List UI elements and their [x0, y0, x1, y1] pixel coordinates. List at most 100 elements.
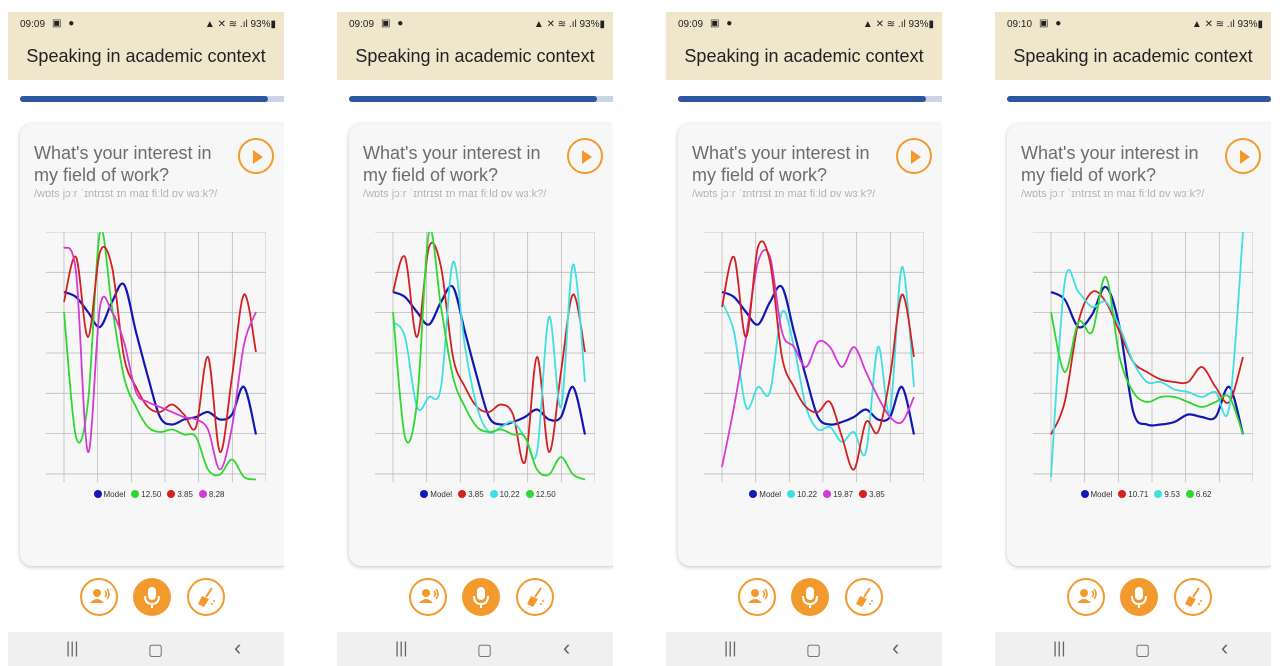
status-time: 09:09 — [20, 19, 46, 30]
question-text: What's your interest in my field of work… — [692, 143, 870, 185]
progress-fill — [1007, 96, 1271, 102]
series-line-model — [1050, 285, 1245, 435]
home-icon[interactable]: ▢ — [1135, 640, 1150, 660]
chart-legend: Model 3.85 10.22 12.50 — [349, 490, 613, 499]
legend-dot — [420, 490, 429, 498]
signal-icon: ▲ ✕ ≋ .ıl — [533, 19, 580, 30]
chart-legend: Model 10.71 9.53 6.62 — [1007, 490, 1271, 499]
legend-dot — [489, 490, 498, 498]
back-icon[interactable]: ‹ — [1221, 635, 1228, 661]
lesson-progress-bar — [678, 96, 942, 102]
battery-icon: ▮ — [599, 19, 605, 30]
status-time: 09:09 — [349, 19, 375, 30]
system-nav-bar: ||| ▢ ‹ — [337, 632, 613, 666]
recent-apps-icon[interactable]: ||| — [66, 640, 78, 658]
system-nav-bar: ||| ▢ ‹ — [666, 632, 942, 666]
action-bar — [80, 578, 250, 618]
clear-button[interactable] — [1174, 578, 1212, 616]
record-button[interactable] — [1120, 578, 1158, 616]
status-bar: 09:09 ▣ ● ▲ ✕ ≋ .ıl 93%▮ — [8, 12, 284, 36]
clear-button[interactable] — [187, 578, 225, 616]
progress-fill — [678, 96, 926, 102]
series-line-3-85 — [721, 240, 915, 471]
listen-button[interactable] — [409, 578, 447, 616]
play-icon — [582, 150, 592, 164]
legend-label: 3.85 — [468, 490, 484, 499]
status-time: 09:10 — [1007, 19, 1033, 30]
action-bar — [1067, 578, 1237, 618]
microphone-icon — [144, 587, 160, 608]
notification-icons: ▣ ● — [1039, 18, 1064, 29]
legend-dot — [823, 490, 832, 498]
question-text: What's your interest in my field of work… — [363, 143, 541, 185]
clear-button[interactable] — [845, 578, 883, 616]
notification-icons: ▣ ● — [52, 18, 77, 29]
broom-icon — [198, 587, 215, 607]
back-icon[interactable]: ‹ — [234, 635, 241, 661]
exercise-card: What's your interest in my field of work… — [20, 124, 284, 566]
legend-label: 10.71 — [1128, 490, 1149, 499]
battery-icon: ▮ — [1257, 19, 1263, 30]
page-title: Speaking in academic context — [355, 46, 595, 66]
exercise-card: What's your interest in my field of work… — [349, 124, 613, 566]
series-line-10-22 — [721, 266, 915, 457]
phone-screen: 09:09 ▣ ● ▲ ✕ ≋ .ıl 93%▮ Speaking in academ… — [329, 0, 613, 666]
chart-legend: Model 10.22 19.87 3.85 — [678, 490, 942, 499]
phonetic-transcription: /wɒts jɔːr ˈɪntrɪst ɪn maɪ fiːld ɒv wɜːk… — [692, 188, 876, 200]
play-button[interactable] — [567, 138, 603, 174]
series-line-10-22 — [392, 261, 586, 460]
recent-apps-icon[interactable]: ||| — [1053, 640, 1065, 658]
home-icon[interactable]: ▢ — [148, 640, 163, 660]
home-icon[interactable]: ▢ — [477, 640, 492, 660]
series-line-19-87 — [721, 249, 915, 468]
back-icon[interactable]: ‹ — [892, 635, 899, 661]
play-icon — [1240, 150, 1250, 164]
legend-dot — [1118, 490, 1127, 498]
listen-button[interactable] — [1067, 578, 1105, 616]
legend-dot — [787, 490, 796, 498]
play-button[interactable] — [238, 138, 274, 174]
battery-icon: ▮ — [270, 19, 276, 30]
progress-fill — [349, 96, 597, 102]
broom-icon — [527, 587, 544, 607]
recent-apps-icon[interactable]: ||| — [724, 640, 736, 658]
play-button[interactable] — [896, 138, 932, 174]
legend-label: Model — [430, 490, 453, 499]
exercise-card: What's your interest in my field of work… — [1007, 124, 1271, 566]
legend-dot — [93, 490, 102, 498]
battery-status: ▲ ✕ ≋ .ıl 93%▮ — [863, 19, 934, 30]
series-line-6-62 — [1050, 276, 1244, 435]
phone-screen: 09:09 ▣ ● ▲ ✕ ≋ .ıl 93%▮ Speaking in academ… — [0, 0, 284, 666]
home-icon[interactable]: ▢ — [806, 640, 821, 660]
back-icon[interactable]: ‹ — [563, 635, 570, 661]
speaker-person-icon — [1077, 588, 1097, 603]
phonetic-transcription: /wɒts jɔːr ˈɪntrɪst ɪn maɪ fiːld ɒv wɜːk… — [34, 188, 218, 200]
recent-apps-icon[interactable]: ||| — [395, 640, 407, 658]
battery-icon: ▮ — [928, 19, 934, 30]
listen-button[interactable] — [738, 578, 776, 616]
microphone-icon — [802, 587, 818, 608]
record-button[interactable] — [791, 578, 829, 616]
system-nav-bar: ||| ▢ ‹ — [995, 632, 1271, 666]
record-button[interactable] — [133, 578, 171, 616]
lesson-progress-bar — [1007, 96, 1271, 102]
lesson-progress-bar — [20, 96, 284, 102]
series-line-12-50 — [63, 228, 257, 481]
battery-percent: 93% — [908, 19, 929, 30]
legend-label: Model — [103, 490, 126, 499]
play-button[interactable] — [1225, 138, 1261, 174]
record-button[interactable] — [462, 578, 500, 616]
legend-dot — [458, 490, 467, 498]
app-header: 09:09 ▣ ● ▲ ✕ ≋ .ıl 93%▮ Speaking in academ… — [337, 12, 613, 80]
legend-label: Model — [759, 490, 782, 499]
battery-status: ▲ ✕ ≋ .ıl 93%▮ — [205, 19, 276, 30]
legend-dot — [1154, 490, 1163, 498]
microphone-icon — [473, 587, 489, 608]
progress-fill — [20, 96, 268, 102]
listen-button[interactable] — [80, 578, 118, 616]
clear-button[interactable] — [516, 578, 554, 616]
legend-label: 10.22 — [499, 490, 520, 499]
notification-icons: ▣ ● — [710, 18, 735, 29]
broom-icon — [1185, 587, 1202, 607]
status-bar: 09:09 ▣ ● ▲ ✕ ≋ .ıl 93%▮ — [337, 12, 613, 36]
